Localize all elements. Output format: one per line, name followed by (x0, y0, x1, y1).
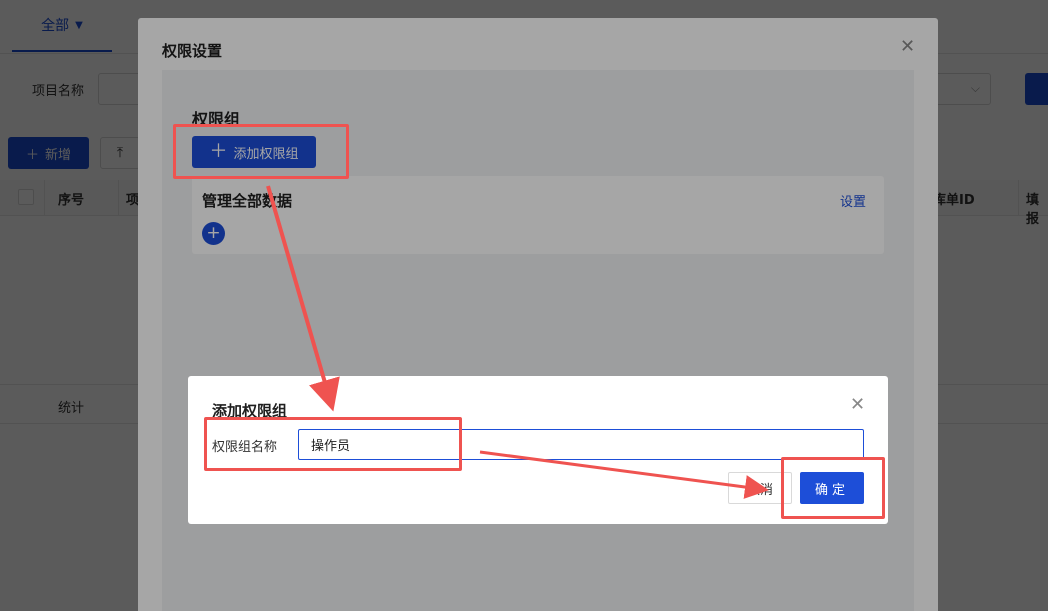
group-name-label: 权限组名称 (212, 440, 278, 455)
close-icon[interactable]: ✕ (850, 394, 865, 415)
dialog-title: 添加权限组 (212, 402, 288, 420)
ok-button[interactable]: 确定 (800, 472, 864, 504)
cancel-button[interactable]: 取消 (728, 472, 792, 504)
add-permission-group-dialog: 添加权限组 ✕ 权限组名称 取消 确定 (188, 376, 888, 524)
group-name-input[interactable] (298, 429, 864, 460)
